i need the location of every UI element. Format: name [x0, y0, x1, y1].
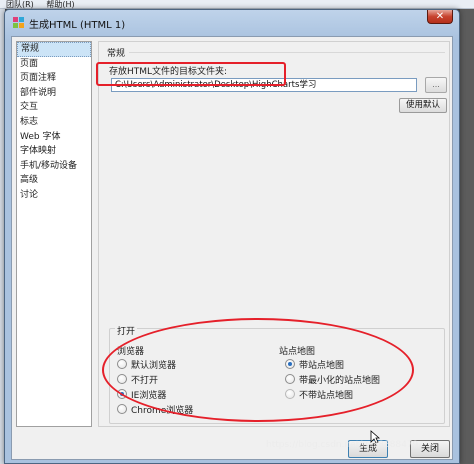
category-item-mobile[interactable]: 手机/移动设备	[17, 159, 91, 174]
menu-help[interactable]: 帮助(H)	[46, 0, 74, 9]
category-item-web-fonts[interactable]: Web 字体	[17, 130, 91, 145]
background-right-strip	[460, 9, 474, 464]
browse-folder-button[interactable]: ...	[425, 77, 447, 93]
use-default-button[interactable]: 使用默认	[399, 98, 447, 113]
category-item-general[interactable]: 常规	[17, 42, 91, 57]
category-item-pages[interactable]: 页面	[17, 57, 91, 72]
title-bar[interactable]: 生成HTML (HTML 1) ✕	[5, 10, 459, 34]
category-item-widget-notes[interactable]: 部件说明	[17, 86, 91, 101]
annotation-rectangle	[96, 62, 286, 86]
general-group-title: 常规	[107, 49, 126, 59]
open-group-title: 打开	[115, 324, 138, 337]
category-list: 常规 页面 页面注释 部件说明 交互 标志 Web 字体 字体映射 手机/移动设…	[16, 41, 92, 427]
radio-button-icon	[117, 404, 127, 414]
window-close-button[interactable]: ✕	[427, 10, 453, 24]
menu-team[interactable]: 团队(R)	[6, 0, 34, 9]
app-icon	[13, 17, 24, 28]
category-item-interactions[interactable]: 交互	[17, 100, 91, 115]
category-item-advanced[interactable]: 高级	[17, 173, 91, 188]
watermark: https://blog.csdn.net/u_38888479	[266, 440, 419, 450]
background-menubar: 团队(R) 帮助(H)	[0, 0, 474, 9]
category-item-font-mapping[interactable]: 字体映射	[17, 144, 91, 159]
category-item-logo[interactable]: 标志	[17, 115, 91, 130]
category-item-discussion[interactable]: 讨论	[17, 188, 91, 203]
window-title: 生成HTML (HTML 1)	[29, 20, 126, 31]
annotation-ellipse	[102, 318, 414, 422]
category-item-page-notes[interactable]: 页面注释	[17, 71, 91, 86]
general-group-divider	[129, 52, 445, 53]
close-icon: ✕	[435, 11, 445, 22]
